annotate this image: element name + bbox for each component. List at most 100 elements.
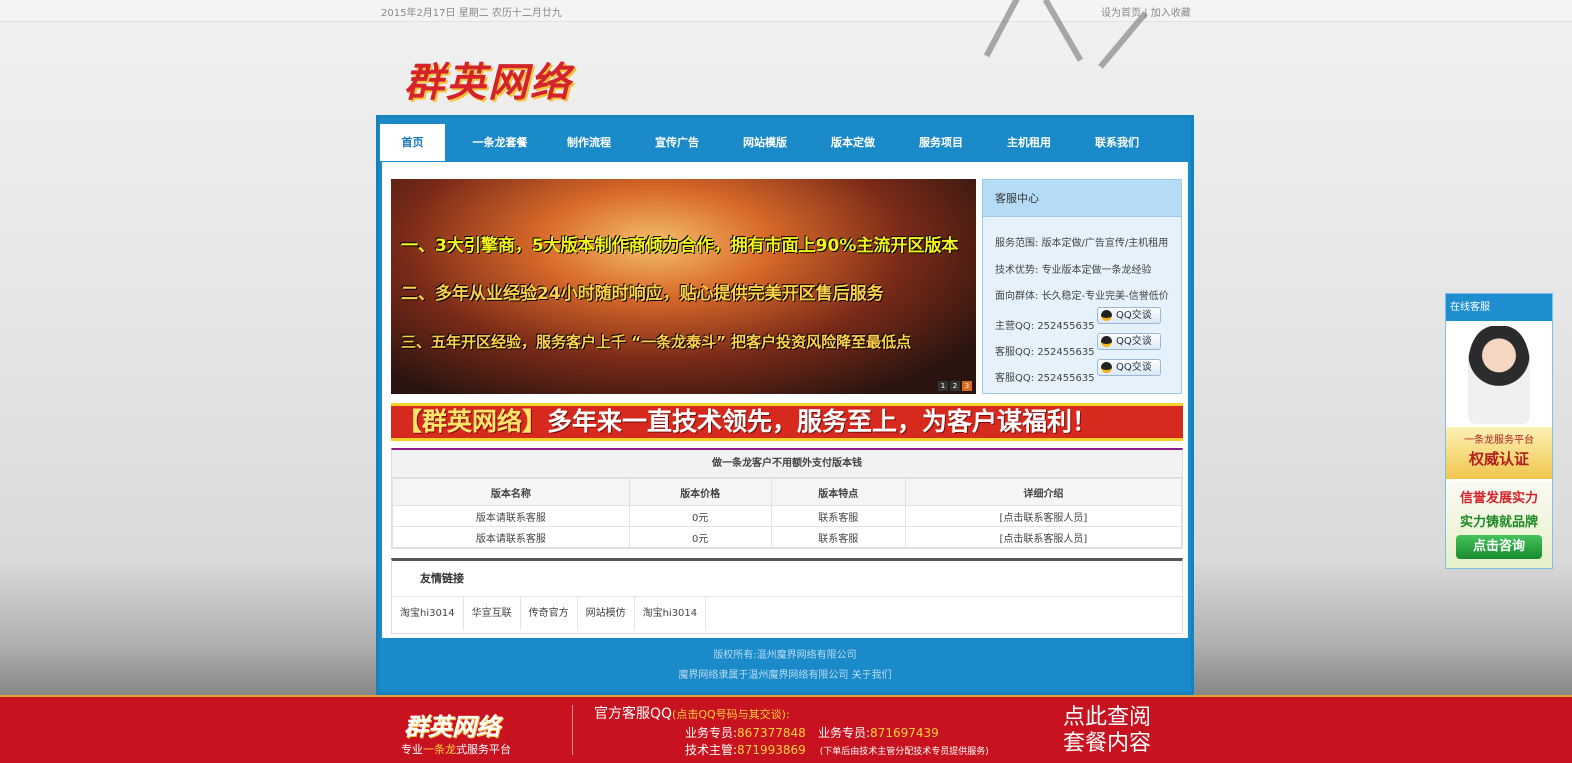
nav-item-process[interactable]: 制作流程 — [549, 124, 629, 161]
version-table-title: 做一条龙客户不用额外支付版本钱 — [392, 450, 1182, 478]
friend-link[interactable]: 传奇官方 — [521, 597, 578, 630]
contact-service-link[interactable]: [点击联系客服人员] — [904, 505, 1183, 527]
table-cell: 0元 — [628, 526, 772, 548]
brand-text: 实力铸就品牌 — [1459, 515, 1538, 530]
divider — [572, 705, 573, 755]
nav-item-templates[interactable]: 网站模版 — [725, 124, 805, 161]
qq-chat-label: QQ交谈 — [1116, 310, 1152, 321]
friend-link[interactable]: 网站模仿 — [578, 597, 635, 630]
official-qq-title: 官方客服QQ(点击QQ号码与其交谈): — [594, 703, 790, 723]
sales-qq-2: 业务专员:871697439 — [818, 724, 939, 741]
service-tech: 技术优势: 专业版本定做一条龙经验 — [995, 261, 1152, 276]
nav-item-home[interactable]: 首页 — [380, 124, 445, 161]
service-center-title: 客服中心 — [983, 180, 1181, 217]
table-cell: 联系客服 — [770, 505, 906, 527]
nav-item-ads[interactable]: 宣传广告 — [637, 124, 717, 161]
qq-row-main: 主营QQ: 252455635 — [995, 317, 1095, 332]
table-row: 版本请联系客服 0元 联系客服 [点击联系客服人员] — [392, 505, 1183, 527]
scope-value: 版本定做/广告宣传/主机租用 — [1041, 238, 1169, 249]
sales-qq-number[interactable]: 871697439 — [870, 726, 939, 740]
qq-row-service-2: 客服QQ: 252455635 — [995, 369, 1095, 384]
banner-line-3: 三、五年开区经验，服务客户上千 “一条龙泰斗” 把客户投资风险降至最低点 — [401, 333, 912, 351]
contact-service-link[interactable]: [点击联系客服人员] — [904, 526, 1183, 548]
friend-link[interactable]: 淘宝hi3014 — [392, 597, 464, 630]
sales-qq-number[interactable]: 867377848 — [737, 726, 806, 740]
version-table: 做一条龙客户不用额外支付版本钱 版本名称 版本价格 版本特点 详细介绍 版本请联… — [391, 448, 1183, 549]
friend-links-title: 友情链接 — [392, 561, 1182, 597]
set-homepage-link[interactable]: 设为首页 — [1101, 8, 1141, 19]
tech-qq-number[interactable]: 871993869 — [737, 743, 806, 757]
main-nav: 首页 一条龙套餐 制作流程 宣传广告 网站模版 版本定做 服务项目 主机租用 联… — [379, 121, 1191, 161]
qq-number: 252455635 — [1037, 347, 1095, 358]
tech-note: (下单后由技术主管分配技术专员提供服务) — [819, 747, 989, 757]
agent-avatar — [1468, 326, 1530, 424]
qq-chat-label: QQ交谈 — [1116, 336, 1152, 347]
footer: 版权所有:温州魔界网络有限公司 魔界网络隶属于温州魔界网络有限公司 关于我们 — [379, 646, 1191, 686]
bottom-logo: 群英网络 — [404, 712, 500, 741]
site-logo[interactable]: 群英网络 — [404, 50, 572, 108]
check-line-1: 点此查阅 — [1063, 705, 1152, 730]
online-service-panel: 在线客服 一条龙服务平台 权威认证 信誉发展实力 实力铸就品牌 点击咨询 — [1445, 293, 1553, 569]
footer-company: 魔界网络隶属于温州魔界网络有限公司 — [678, 670, 849, 681]
bottom-bar: 群英网络 专业一条龙式服务平台 官方客服QQ(点击QQ号码与其交谈): 业务专员… — [0, 695, 1572, 763]
slogan-box: 信誉发展实力 实力铸就品牌 点击咨询 — [1446, 481, 1552, 568]
table-header-row: 版本名称 版本价格 版本特点 详细介绍 — [392, 478, 1183, 506]
qq-number: 252455635 — [1037, 373, 1095, 384]
qq-label: 主营QQ: — [995, 321, 1035, 332]
qq-row-service-1: 客服QQ: 252455635 — [995, 343, 1095, 358]
friend-link[interactable]: 淘宝hi3014 — [635, 597, 707, 630]
qq-penguin-icon — [1101, 336, 1112, 347]
friend-link[interactable]: 华宣互联 — [464, 597, 521, 630]
sales-label: 业务专员: — [685, 726, 738, 740]
qq-hint: (点击QQ号码与其交谈): — [672, 708, 790, 721]
tag-post: 式服务平台 — [456, 743, 511, 756]
nav-item-custom[interactable]: 版本定做 — [813, 124, 893, 161]
service-center: 客服中心 服务范围: 版本定做/广告宣传/主机租用 技术优势: 专业版本定做一条… — [982, 179, 1182, 394]
add-favorite-link[interactable]: 加入收藏 — [1151, 8, 1191, 19]
certification-box: 一条龙服务平台 权威认证 — [1446, 427, 1552, 479]
banner-line-1: 一、3大引擎商，5大版本制作商倾力合作，拥有市面上90%主流开区版本 — [401, 236, 959, 256]
qq-number: 252455635 — [1037, 321, 1095, 332]
top-bar: 2015年2月17日 星期二 农历十二月廿九 设为首页 | 加入收藏 — [0, 0, 1572, 22]
service-scope: 服务范围: 版本定做/广告宣传/主机租用 — [995, 234, 1168, 249]
slogan-text: 多年来一直技术领先，服务至上，为客户谋福利！ — [547, 407, 1098, 436]
check-line-2: 套餐内容 — [1063, 731, 1152, 756]
qq-penguin-icon — [1101, 310, 1112, 321]
banner-dot-3[interactable]: 3 — [962, 381, 972, 391]
banner-line-2: 二、多年从业经验24小时随时响应，贴心提供完美开区售后服务 — [401, 284, 884, 304]
content-panel: 一、3大引擎商，5大版本制作商倾力合作，拥有市面上90%主流开区版本 二、多年从… — [382, 162, 1188, 638]
audience-label: 面向群体: — [995, 291, 1039, 302]
sales-qq-1: 业务专员:867377848 — [685, 724, 806, 741]
qq-label: 客服QQ: — [995, 373, 1035, 384]
tech-value: 专业版本定做一条龙经验 — [1041, 265, 1152, 276]
nav-item-package[interactable]: 一条龙套餐 — [457, 124, 543, 161]
online-service-title: 在线客服 — [1446, 294, 1552, 321]
nav-item-services[interactable]: 服务项目 — [901, 124, 981, 161]
banner-dot-2[interactable]: 2 — [950, 381, 960, 391]
tech-qq: 技术主管:871993869 (下单后由技术主管分配技术专员提供服务) — [685, 741, 989, 758]
banner-dot-1[interactable]: 1 — [938, 381, 948, 391]
view-packages-link[interactable]: 点此查阅 套餐内容 — [1063, 705, 1151, 757]
certified-text: 权威认证 — [1468, 450, 1529, 468]
table-cell: 0元 — [628, 505, 772, 527]
footer-copyright: 版权所有:温州魔界网络有限公司 — [713, 650, 857, 661]
qq-chat-button[interactable]: QQ交谈 — [1097, 307, 1161, 324]
nav-item-contact[interactable]: 联系我们 — [1077, 124, 1157, 161]
table-cell: 版本请联系客服 — [392, 526, 630, 548]
qq-chat-button[interactable]: QQ交谈 — [1097, 359, 1161, 376]
table-row: 版本请联系客服 0元 联系客服 [点击联系客服人员] — [392, 526, 1183, 548]
qq-chat-button[interactable]: QQ交谈 — [1097, 333, 1161, 350]
sales-label: 业务专员: — [818, 726, 871, 740]
table-header: 详细介绍 — [904, 478, 1183, 506]
platform-text: 一条龙服务平台 — [1464, 435, 1534, 446]
reputation-text: 信誉发展实力 — [1459, 491, 1538, 506]
tag-highlight: 一条龙 — [423, 743, 456, 756]
nav-item-hosting[interactable]: 主机租用 — [989, 124, 1069, 161]
slogan-banner: 【群英网络】多年来一直技术领先，服务至上，为客户谋福利！ — [391, 403, 1183, 441]
qq-penguin-icon — [1101, 362, 1112, 373]
qq-label: 客服QQ: — [995, 347, 1035, 358]
consult-button[interactable]: 点击咨询 — [1456, 535, 1542, 559]
banner-slider[interactable]: 一、3大引擎商，5大版本制作商倾力合作，拥有市面上90%主流开区版本 二、多年从… — [391, 179, 976, 394]
qq-title-text: 官方客服QQ — [594, 706, 673, 722]
about-us-link[interactable]: 关于我们 — [852, 670, 892, 681]
